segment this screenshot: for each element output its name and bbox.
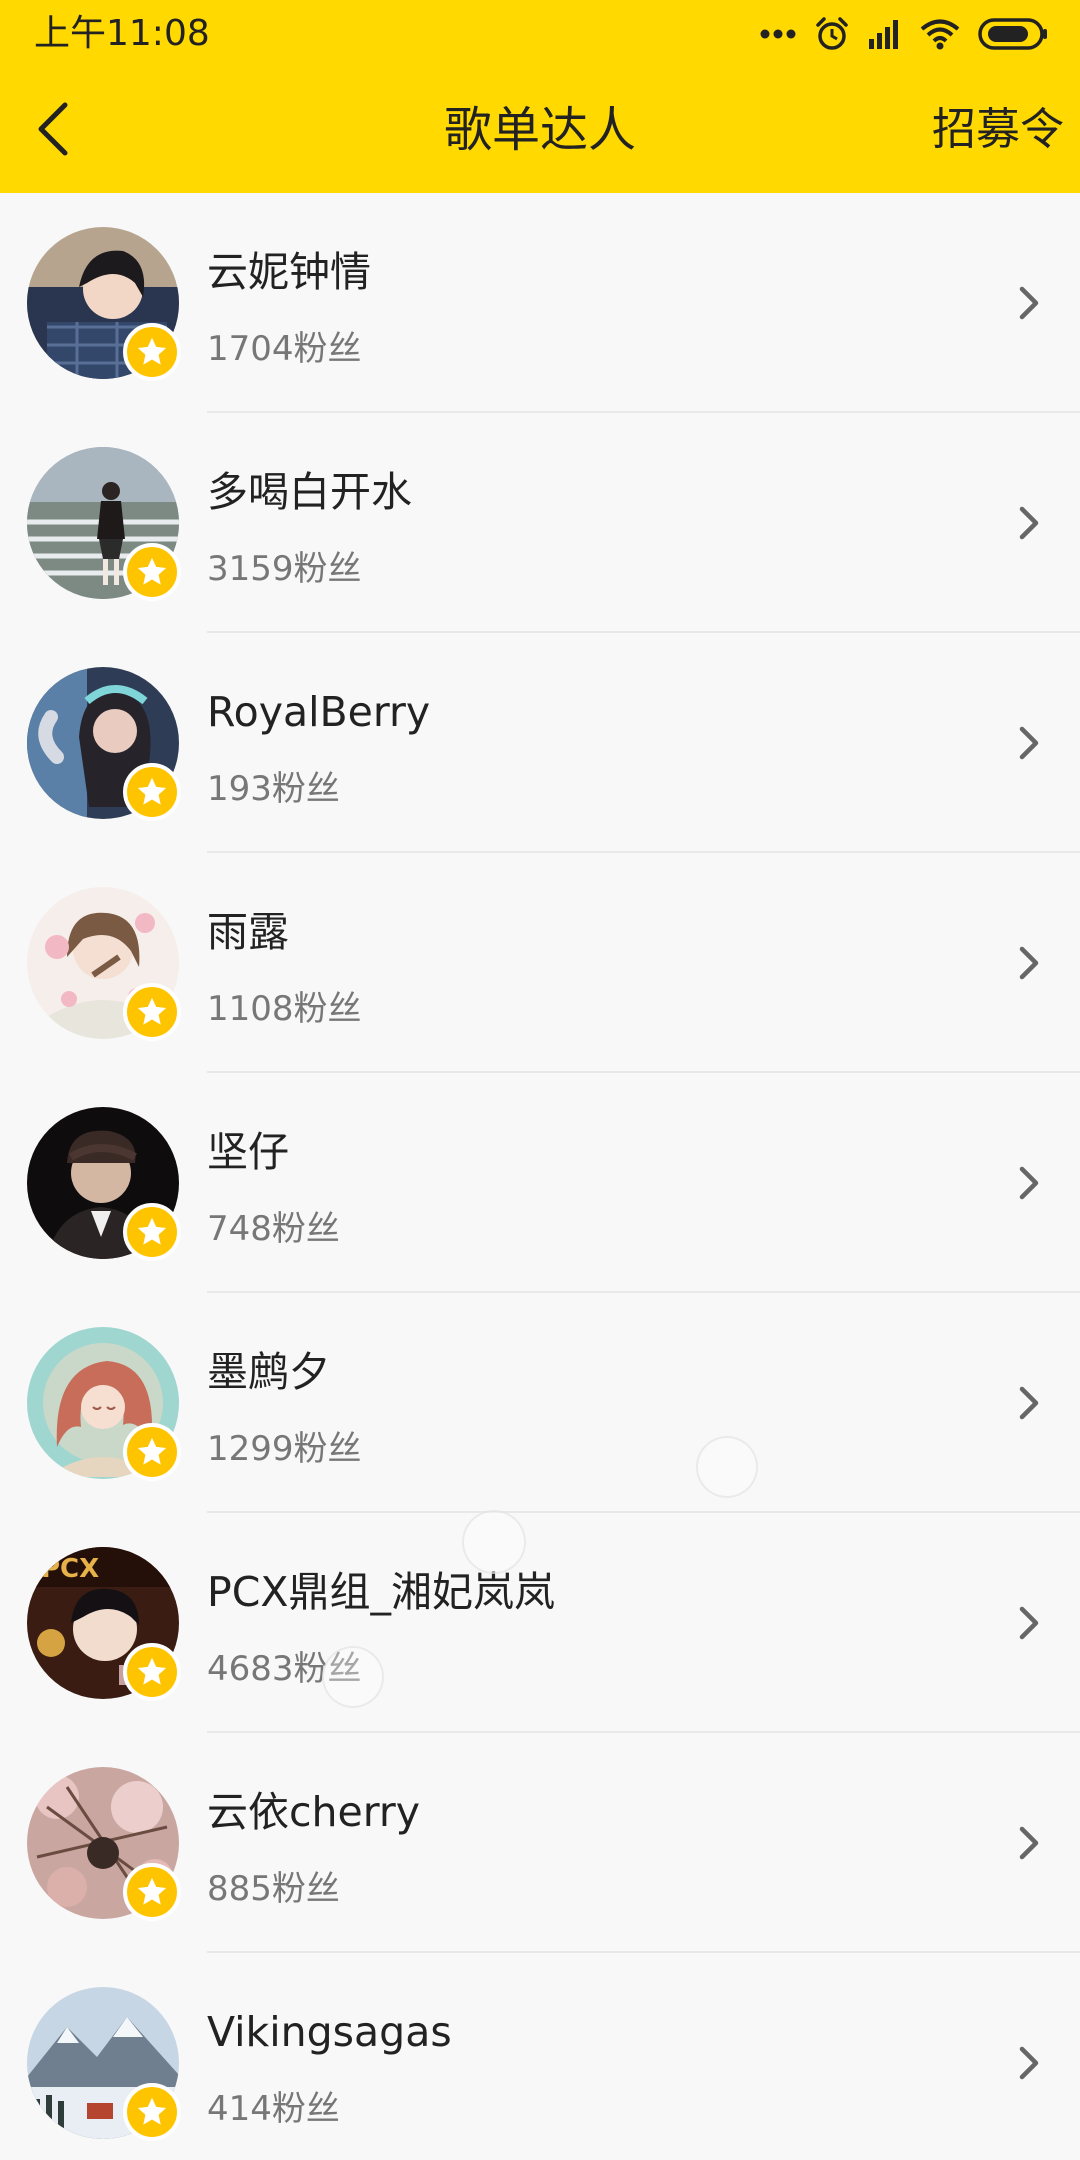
list-item-8[interactable]: 云依cherry 885粉丝: [0, 1733, 1080, 1953]
avatar-container: [27, 447, 181, 601]
chevron-right-icon: [1010, 1377, 1050, 1429]
screen: 上午11:08 歌单达人 招募令 云妮钟情 1704粉丝 多喝白开水 3159粉…: [0, 0, 1080, 2160]
touch-ripple: [462, 1510, 526, 1574]
star-icon: [123, 763, 181, 821]
list-item-4[interactable]: 雨露 1108粉丝: [0, 853, 1080, 1073]
status-time: 上午11:08: [34, 13, 210, 54]
chevron-right-icon: [1010, 1817, 1050, 1869]
follower-count: 1704粉丝: [207, 329, 362, 369]
list-item-2[interactable]: 多喝白开水 3159粉丝: [0, 413, 1080, 633]
creator-name: 雨露: [207, 908, 289, 956]
star-icon: [123, 543, 181, 601]
list-item-1[interactable]: 云妮钟情 1704粉丝: [0, 193, 1080, 413]
page-title: 歌单达人: [443, 102, 636, 158]
avatar-container: [27, 1327, 181, 1481]
alarm-icon: [814, 16, 850, 52]
creator-name: 墨鹧夕: [207, 1348, 330, 1396]
creator-name: 多喝白开水: [207, 468, 412, 516]
star-icon: [123, 1203, 181, 1261]
follower-count: 1108粉丝: [207, 989, 362, 1029]
recruit-button[interactable]: 招募令: [932, 100, 1064, 160]
avatar-container: [27, 1107, 181, 1261]
star-icon: [123, 2083, 181, 2141]
wifi-icon: [920, 18, 960, 50]
status-bar: 上午11:08: [0, 0, 1080, 68]
avatar-container: [27, 1767, 181, 1921]
creator-name: 云依cherry: [207, 1788, 421, 1836]
creator-name: PCX鼎组_湘妃岚岚: [207, 1568, 555, 1616]
chevron-right-icon: [1010, 717, 1050, 769]
avatar-container: [27, 667, 181, 821]
svg-text:PCX: PCX: [41, 1554, 99, 1584]
list-item-6[interactable]: 墨鹧夕 1299粉丝: [0, 1293, 1080, 1513]
avatar-container: [27, 227, 181, 381]
star-icon: [123, 1863, 181, 1921]
follower-count: 748粉丝: [207, 1209, 340, 1249]
chevron-right-icon: [1010, 1157, 1050, 1209]
star-icon: [123, 983, 181, 1041]
follower-count: 3159粉丝: [207, 549, 362, 589]
chevron-right-icon: [1010, 497, 1050, 549]
creator-name: 云妮钟情: [207, 248, 371, 296]
signal-icon: [868, 19, 902, 49]
battery-icon: [978, 17, 1048, 51]
header: 上午11:08 歌单达人 招募令: [0, 0, 1080, 193]
follower-count: 1299粉丝: [207, 1429, 362, 1469]
chevron-right-icon: [1010, 1597, 1050, 1649]
touch-ripple: [322, 1646, 384, 1708]
chevron-right-icon: [1010, 2037, 1050, 2089]
status-icons: [760, 14, 1048, 54]
nav-bar: 歌单达人 招募令: [0, 68, 1080, 193]
avatar-container: PCX: [27, 1547, 181, 1701]
follower-count: 414粉丝: [207, 2089, 340, 2129]
back-chevron-icon: [33, 101, 73, 161]
creator-list: 云妮钟情 1704粉丝 多喝白开水 3159粉丝 RoyalBerry 193粉…: [0, 193, 1080, 2160]
star-icon: [123, 323, 181, 381]
touch-ripple: [696, 1436, 758, 1498]
follower-count: 885粉丝: [207, 1869, 340, 1909]
avatar-container: [27, 1987, 181, 2141]
list-item-5[interactable]: 坚仔 748粉丝: [0, 1073, 1080, 1293]
star-icon: [123, 1423, 181, 1481]
follower-count: 193粉丝: [207, 769, 340, 809]
more-dots-icon: [760, 28, 796, 40]
back-button[interactable]: [18, 96, 88, 166]
list-item-7[interactable]: PCX PCX鼎组_湘妃岚岚 4683粉丝: [0, 1513, 1080, 1733]
list-item-9[interactable]: Vikingsagas 414粉丝: [0, 1953, 1080, 2160]
chevron-right-icon: [1010, 277, 1050, 329]
creator-name: 坚仔: [207, 1128, 289, 1176]
chevron-right-icon: [1010, 937, 1050, 989]
creator-name: Vikingsagas: [207, 2008, 452, 2056]
star-icon: [123, 1643, 181, 1701]
list-item-3[interactable]: RoyalBerry 193粉丝: [0, 633, 1080, 853]
creator-name: RoyalBerry: [207, 688, 431, 736]
avatar-container: [27, 887, 181, 1041]
